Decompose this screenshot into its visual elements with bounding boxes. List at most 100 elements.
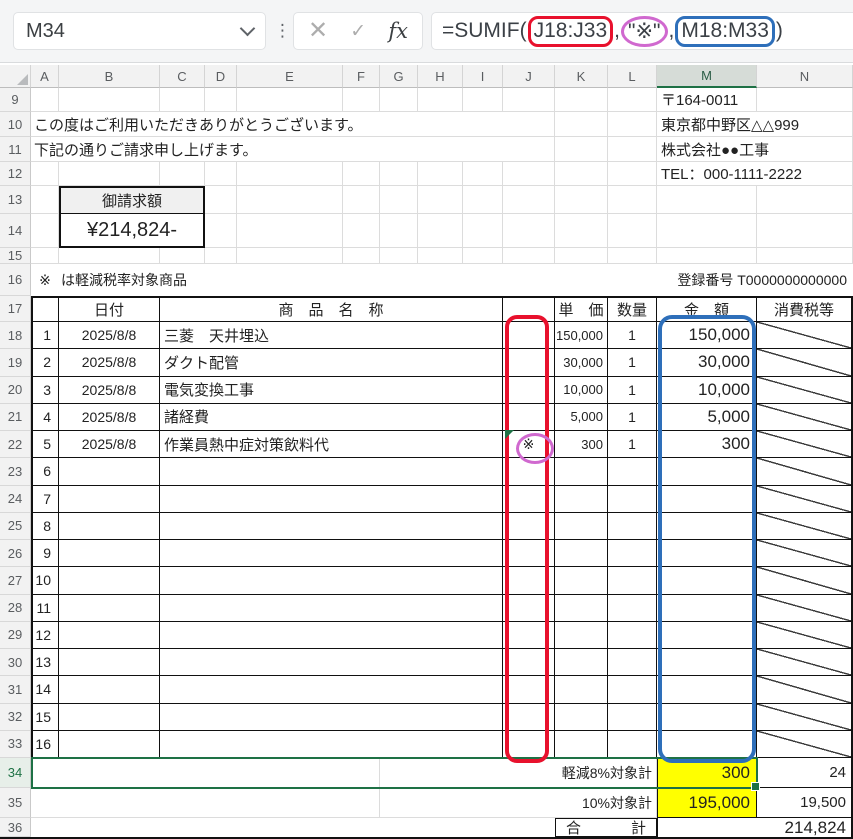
column-header-h[interactable]: H xyxy=(418,65,463,88)
cell-C33[interactable] xyxy=(160,731,503,758)
header-item-name[interactable]: 商 品 名 称 xyxy=(160,296,503,322)
row-header-25[interactable]: 25 xyxy=(0,513,31,540)
header-tax[interactable]: 消費税等 xyxy=(757,296,853,322)
tax-diagonal-cell[interactable] xyxy=(757,731,853,758)
cell-B19[interactable]: 2025/8/8 xyxy=(59,349,160,376)
cell-B26[interactable] xyxy=(59,540,160,567)
cell-F15[interactable] xyxy=(343,248,380,264)
tax-diagonal-cell[interactable] xyxy=(757,404,853,431)
cell-L32[interactable] xyxy=(608,704,657,731)
cell-A32[interactable]: 15 xyxy=(31,704,59,731)
cell-M15[interactable] xyxy=(657,248,757,264)
cell-H12[interactable] xyxy=(418,162,463,186)
cell-D9[interactable] xyxy=(205,88,237,112)
row-header-23[interactable]: 23 xyxy=(0,458,31,485)
cell-A17[interactable] xyxy=(31,296,59,322)
cell-N9[interactable] xyxy=(757,88,853,112)
cell-K29[interactable] xyxy=(555,622,608,649)
cell-A28[interactable]: 11 xyxy=(31,595,59,622)
tax-diagonal-cell[interactable] xyxy=(757,513,853,540)
name-box[interactable]: M34 xyxy=(13,12,266,50)
cell-L18[interactable]: 1 xyxy=(608,322,657,349)
cell-L12[interactable] xyxy=(608,162,657,186)
row-header-31[interactable]: 31 xyxy=(0,676,31,703)
cell-K25[interactable] xyxy=(555,513,608,540)
billing-amount-label[interactable]: 御請求額 xyxy=(59,186,205,214)
grand-total-label[interactable]: 合 計 xyxy=(555,818,657,837)
cell-A21[interactable]: 4 xyxy=(31,404,59,431)
ten-pct-amount[interactable]: 195,000 xyxy=(657,788,757,818)
postal-code[interactable]: 〒164-0011 xyxy=(657,88,757,112)
cell-G15[interactable] xyxy=(380,248,418,264)
cell-M25[interactable] xyxy=(657,513,757,540)
row-header-24[interactable]: 24 xyxy=(0,486,31,513)
column-header-j[interactable]: J xyxy=(503,65,555,88)
row-header-27[interactable]: 27 xyxy=(0,567,31,594)
cell-C31[interactable] xyxy=(160,676,503,703)
cell-J28[interactable] xyxy=(503,595,555,622)
row-header-9[interactable]: 9 xyxy=(0,88,31,112)
cell-A29[interactable]: 12 xyxy=(31,622,59,649)
address-line[interactable]: 東京都中野区△△999 xyxy=(657,112,853,137)
cell-K24[interactable] xyxy=(555,486,608,513)
formula-input[interactable]: =SUMIF( J18:J33 , "※" , M18:M33 ) xyxy=(431,12,853,50)
column-header-a[interactable]: A xyxy=(31,65,59,88)
cell-J26[interactable] xyxy=(503,540,555,567)
column-header-b[interactable]: B xyxy=(59,65,160,88)
reduced-tax-mark[interactable]: ※ xyxy=(31,264,59,296)
cell-I15[interactable] xyxy=(463,248,503,264)
row-header-18[interactable]: 18 xyxy=(0,322,31,349)
cell-A36[interactable] xyxy=(31,818,555,837)
greeting-line2[interactable]: 下記の通りご請求申し上げます。 xyxy=(31,137,555,162)
row-header-17[interactable]: 17 xyxy=(0,296,31,322)
cell-N15[interactable] xyxy=(757,248,853,264)
cell-K15[interactable] xyxy=(555,248,608,264)
tax-diagonal-cell[interactable] xyxy=(757,431,853,458)
row-header-13[interactable]: 13 xyxy=(0,186,31,214)
row-header-28[interactable]: 28 xyxy=(0,595,31,622)
reduced-8pct-amount[interactable]: 300 xyxy=(657,758,757,788)
cell-M18[interactable]: 150,000 xyxy=(657,322,757,349)
cell-E15[interactable] xyxy=(237,248,343,264)
reduced-8pct-label[interactable]: 軽減8%対象計 xyxy=(380,758,657,788)
cell-L21[interactable]: 1 xyxy=(608,404,657,431)
cell-L11[interactable] xyxy=(608,137,657,162)
cell-C9[interactable] xyxy=(160,88,205,112)
cell-L19[interactable]: 1 xyxy=(608,349,657,376)
cell-L31[interactable] xyxy=(608,676,657,703)
cell-E12[interactable] xyxy=(237,162,343,186)
cell-K30[interactable] xyxy=(555,649,608,676)
cell-A14[interactable] xyxy=(31,214,59,248)
cell-I9[interactable] xyxy=(463,88,503,112)
cell-J15[interactable] xyxy=(503,248,555,264)
header-amount[interactable]: 金 額 xyxy=(657,296,757,322)
tax-diagonal-cell[interactable] xyxy=(757,540,853,567)
cell-J19[interactable] xyxy=(503,349,555,376)
cell-C26[interactable] xyxy=(160,540,503,567)
row-header-35[interactable]: 35 xyxy=(0,788,31,818)
row-header-33[interactable]: 33 xyxy=(0,731,31,758)
cell-K21[interactable]: 5,000 xyxy=(555,404,608,431)
tax-diagonal-cell[interactable] xyxy=(757,486,853,513)
cell-J25[interactable] xyxy=(503,513,555,540)
cell-K31[interactable] xyxy=(555,676,608,703)
cell-H9[interactable] xyxy=(418,88,463,112)
cell-J33[interactable] xyxy=(503,731,555,758)
cell-I13[interactable] xyxy=(463,186,503,214)
reduced-tax-note[interactable]: は軽減税率対象商品 xyxy=(59,264,555,296)
tax-diagonal-cell[interactable] xyxy=(757,458,853,485)
column-header-m-selected[interactable]: M xyxy=(657,65,757,88)
cell-L15[interactable] xyxy=(608,248,657,264)
cell-K28[interactable] xyxy=(555,595,608,622)
cell-A24[interactable]: 7 xyxy=(31,486,59,513)
tax-diagonal-cell[interactable] xyxy=(757,377,853,404)
cell-A27[interactable]: 10 xyxy=(31,567,59,594)
header-qty[interactable]: 数量 xyxy=(608,296,657,322)
cell-M24[interactable] xyxy=(657,486,757,513)
ten-pct-label[interactable]: 10%対象計 xyxy=(380,788,657,818)
tax-diagonal-cell[interactable] xyxy=(757,595,853,622)
column-header-l[interactable]: L xyxy=(608,65,657,88)
cell-C28[interactable] xyxy=(160,595,503,622)
cell-M29[interactable] xyxy=(657,622,757,649)
phone-number[interactable]: TEL：000-1111-2222 xyxy=(657,162,853,186)
